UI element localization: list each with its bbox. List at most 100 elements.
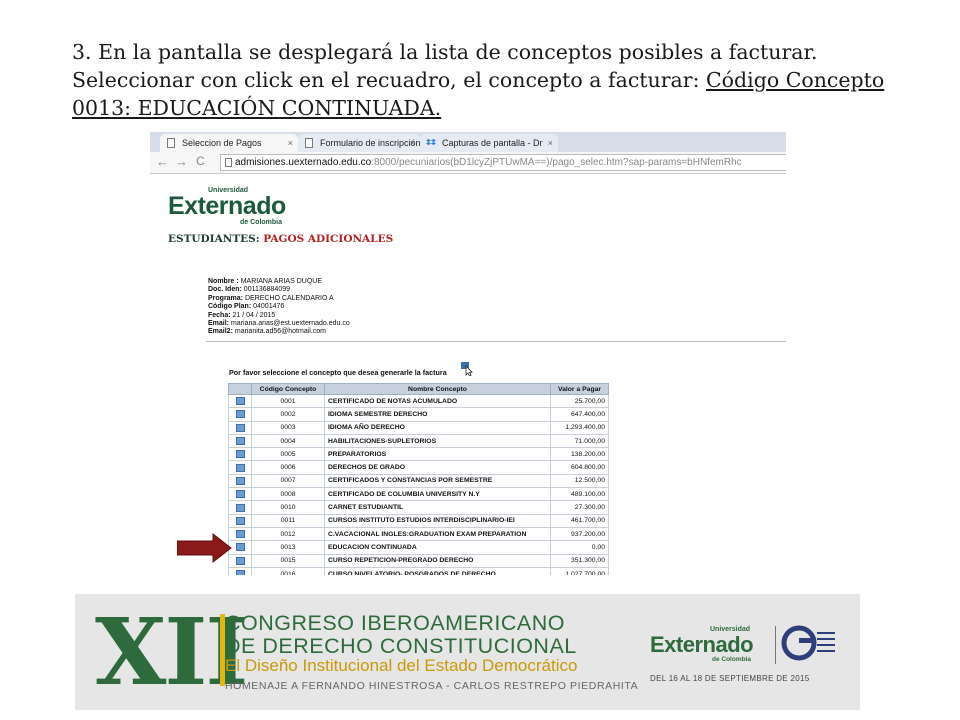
tab-formulario-inscripcion[interactable]: Formulario de inscripción × (298, 134, 420, 152)
select-checkbox[interactable] (235, 397, 245, 406)
student-info: Nombre : MARIANA ARIAS DUQUE Doc. Iden: 0… (208, 278, 350, 337)
concept-code: 0004 (251, 433, 325, 449)
close-icon[interactable]: × (410, 134, 415, 152)
concept-code: 0003 (251, 420, 325, 435)
select-cell (228, 433, 252, 449)
student-info-label: Nombre : (208, 278, 239, 285)
select-cell (228, 500, 252, 515)
concept-name: CERTIFICADO DE NOTAS ACUMULADO (324, 393, 551, 409)
concept-value: 25.700,00 (550, 393, 609, 409)
select-checkbox[interactable] (235, 476, 245, 485)
select-cell (228, 447, 252, 462)
browser-screenshot: Seleccion de Pagos × Formulario de inscr… (150, 132, 786, 575)
student-info-value: 001136884099 (243, 286, 290, 294)
student-info-line: Nombre : MARIANA ARIAS DUQUE (208, 278, 350, 286)
instruction-line-2: Seleccionar con click en el recuadro, el… (72, 68, 885, 92)
select-cell (228, 393, 252, 409)
concept-code-label: Código Concepto (706, 68, 885, 92)
table-row: 0004 HABILITACIONES-SUPLETORIOS 71.000,00 (228, 433, 609, 449)
concept-name: CURSO NIVELATORIO- POSGRADOS DE DERECHO (324, 566, 551, 575)
select-checkbox[interactable] (235, 423, 245, 432)
arrow-icon (177, 533, 232, 563)
concept-code: 0007 (251, 473, 325, 489)
student-info-line: Fecha: 21 / 04 / 2015 (208, 312, 350, 320)
student-info-line: Email: mariana.arias@est.uexternado.edu.… (208, 320, 350, 328)
concept-name: DERECHOS DE GRADO (324, 460, 551, 475)
reload-icon[interactable]: C (196, 154, 205, 168)
student-info-label: Email: (208, 320, 230, 328)
select-checkbox[interactable] (235, 410, 245, 419)
concept-name: CERTIFICADO DE COLUMBIA UNIVERSITY N.Y (324, 487, 551, 502)
banner-tribute: HOMENAJE A FERNANDO HINESTROSA - CARLOS … (225, 680, 639, 692)
dropbox-icon (426, 139, 436, 145)
concept-value: 351.300,00 (550, 553, 609, 568)
concept-code: 0002 (251, 407, 325, 422)
select-checkbox[interactable] (235, 437, 245, 446)
concept-code: 0015 (251, 553, 325, 568)
table-row: 0008 CERTIFICADO DE COLUMBIA UNIVERSITY N… (228, 487, 609, 502)
select-checkbox[interactable] (235, 450, 245, 459)
page-icon (225, 158, 232, 167)
concept-code: 0012 (251, 526, 325, 542)
concept-code: 0011 (251, 513, 325, 528)
tab-seleccion-de-pagos[interactable]: Seleccion de Pagos × (160, 134, 298, 152)
select-checkbox[interactable] (235, 503, 245, 512)
table-row: 0016 CURSO NIVELATORIO- POSGRADOS DE DERE… (228, 566, 609, 575)
table-row: 0015 CURSO REPETICION-PREGRADO DERECHO 351… (228, 553, 609, 568)
select-checkbox[interactable] (235, 516, 245, 525)
concept-value: 647.400,00 (550, 407, 609, 422)
table-row: 0006 DERECHOS DE GRADO 604.800,00 (228, 460, 609, 475)
select-cell (228, 513, 252, 528)
page-icon (167, 138, 175, 148)
select-checkbox[interactable] (235, 556, 245, 565)
student-info-line: Email2: marianita.ad56@hotmail.com (208, 328, 350, 336)
banner-line-1: CONGRESO IBEROAMERICANO (225, 611, 566, 635)
student-info-label: Doc. Iden: (208, 286, 242, 294)
select-checkbox[interactable] (235, 543, 245, 552)
concept-value: 489.100,00 (550, 487, 609, 502)
url-input[interactable]: admisiones.uexternado.edu.co:8000/pecuni… (220, 154, 786, 171)
student-info-value: DERECHO CALENDARIO A (244, 294, 334, 302)
table-row: 0002 IDIOMA SEMESTRE DERECHO 647.400,00 (228, 407, 609, 422)
select-cell (228, 460, 252, 475)
concept-code: 0016 (251, 566, 325, 575)
table-row: 0001 CERTIFICADO DE NOTAS ACUMULADO 25.700… (228, 393, 609, 409)
select-checkbox[interactable] (235, 490, 245, 499)
close-icon[interactable]: × (288, 134, 293, 152)
table-row: 0007 CERTIFICADOS Y CONSTANCIAS POR SEMES… (228, 473, 609, 489)
concept-value: 461.700,00 (550, 513, 609, 528)
column-header: Código Concepto (251, 383, 325, 395)
concept-value: 1.293.400,00 (550, 420, 609, 435)
table-header: Código Concepto Nombre Concepto Valor a … (228, 383, 609, 395)
select-prompt: Por favor seleccione el concepto que des… (229, 368, 447, 377)
banner-subtitle: El Diseño Institucional del Estado Democ… (225, 656, 578, 675)
student-info-value: mariana.arias@est.uexternado.edu.co (230, 320, 350, 328)
concept-name: PREPARATORIOS (324, 447, 551, 462)
table-row: 0005 PREPARATORIOS 138.200,00 (228, 447, 609, 462)
student-info-label: Email2: (208, 328, 233, 336)
instruction-line-3: 0013: EDUCACIÓN CONTINUADA. (72, 96, 442, 120)
select-checkbox[interactable] (235, 530, 245, 539)
concept-name: IDIOMA SEMESTRE DERECHO (324, 407, 551, 422)
concept-name: CURSOS INSTITUTO ESTUDIOS INTERDISCIPLIN… (324, 513, 551, 528)
concept-name: IDIOMA AÑO DERECHO (324, 420, 551, 435)
tab-capturas-de-pantalla[interactable]: Capturas de pantalla - Dr × (420, 134, 558, 152)
concepts-table: Código Concepto Nombre Concepto Valor a … (228, 383, 609, 575)
concept-value: 138.200,00 (550, 447, 609, 462)
instruction-text: 3. En la pantalla se desplegará la lista… (72, 38, 932, 122)
select-checkbox[interactable] (235, 463, 245, 472)
student-info-line: Doc. Iden: 001136884099 (208, 286, 350, 294)
concept-name: C.VACACIONAL INGLES:GRADUATION EXAM PREP… (324, 526, 551, 542)
concept-name: CURSO REPETICION-PREGRADO DERECHO (324, 553, 551, 568)
concept-name: CARNET ESTUDIANTIL (324, 500, 551, 515)
column-header: Valor a Pagar (550, 383, 609, 395)
logo-divider (775, 626, 776, 664)
concept-code: 0010 (251, 500, 325, 515)
back-arrow-icon[interactable]: ← (156, 154, 169, 169)
table-row: 0013 EDUCACION CONTINUADA 0,00 (228, 540, 609, 555)
forward-arrow-icon[interactable]: → (175, 154, 188, 169)
table-row: 0012 C.VACACIONAL INGLES:GRADUATION EXAM … (228, 526, 609, 542)
select-checkbox[interactable] (235, 570, 245, 575)
close-icon[interactable]: × (548, 134, 553, 152)
concept-name: HABILITACIONES-SUPLETORIOS (324, 433, 551, 449)
